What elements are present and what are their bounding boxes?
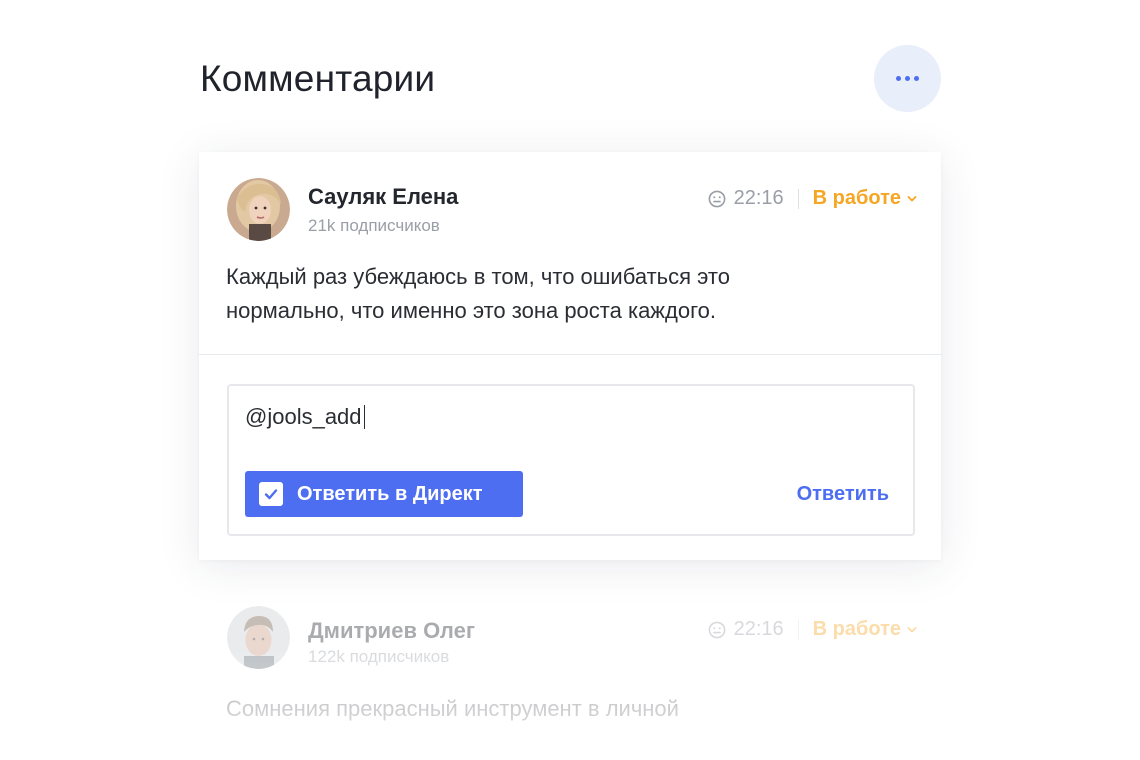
divider	[797, 188, 799, 209]
page-title: Комментарии	[200, 58, 436, 99]
neutral-face-icon	[708, 190, 725, 207]
comment-meta: 22:16 В работе	[708, 187, 917, 210]
more-dots-icon	[896, 76, 919, 81]
more-options-button[interactable]	[874, 45, 941, 112]
reply-box[interactable]: @jools_add Ответить в Директ Ответить	[227, 384, 915, 536]
reply-direct-button[interactable]: Ответить в Директ	[245, 471, 523, 517]
reply-input[interactable]: @jools_add	[245, 404, 366, 430]
card-divider	[199, 354, 941, 355]
comment-meta: 22:16 В работе	[708, 618, 917, 641]
status-dropdown[interactable]: В работе	[813, 618, 917, 641]
chevron-down-icon	[907, 195, 917, 201]
status-dropdown[interactable]: В работе	[813, 187, 917, 210]
status-label: В работе	[812, 618, 901, 640]
comment-text-line: нормально, что именно это зона роста каж…	[226, 298, 716, 323]
avatar	[227, 606, 290, 669]
follower-count: 122k подписчиков	[308, 647, 450, 666]
comment-card-faded: Дмитриев Олег 122k подписчиков 22:16 В р…	[199, 580, 941, 760]
author-name[interactable]: Сауляк Елена	[308, 184, 458, 210]
comment-text-line: Каждый раз убеждаюсь в том, что ошибатьс…	[226, 264, 730, 289]
reply-direct-label: Ответить в Директ	[297, 482, 483, 505]
divider	[797, 619, 799, 640]
author-name[interactable]: Дмитриев Олег	[308, 618, 475, 644]
comment-text-line: Сомнения прекрасный инструмент в личной	[226, 696, 679, 721]
status-label: В работе	[812, 187, 901, 209]
neutral-face-icon	[708, 621, 725, 638]
reply-input-value: @jools_add	[245, 404, 362, 429]
comment-card: Сауляк Елена 21k подписчиков 22:16 В раб…	[199, 152, 941, 560]
comment-time: 22:16	[733, 618, 784, 640]
comment-text: Каждый раз убеждаюсь в том, что ошибатьс…	[226, 260, 926, 328]
reply-button[interactable]: Ответить	[797, 483, 889, 506]
follower-count: 21k подписчиков	[308, 216, 440, 235]
direct-checkbox[interactable]	[259, 482, 283, 506]
text-caret	[363, 405, 366, 429]
comment-text: Сомнения прекрасный инструмент в личной	[226, 692, 926, 726]
comment-time: 22:16	[733, 187, 784, 209]
check-icon	[264, 489, 278, 500]
avatar	[227, 178, 290, 241]
chevron-down-icon	[907, 626, 917, 632]
